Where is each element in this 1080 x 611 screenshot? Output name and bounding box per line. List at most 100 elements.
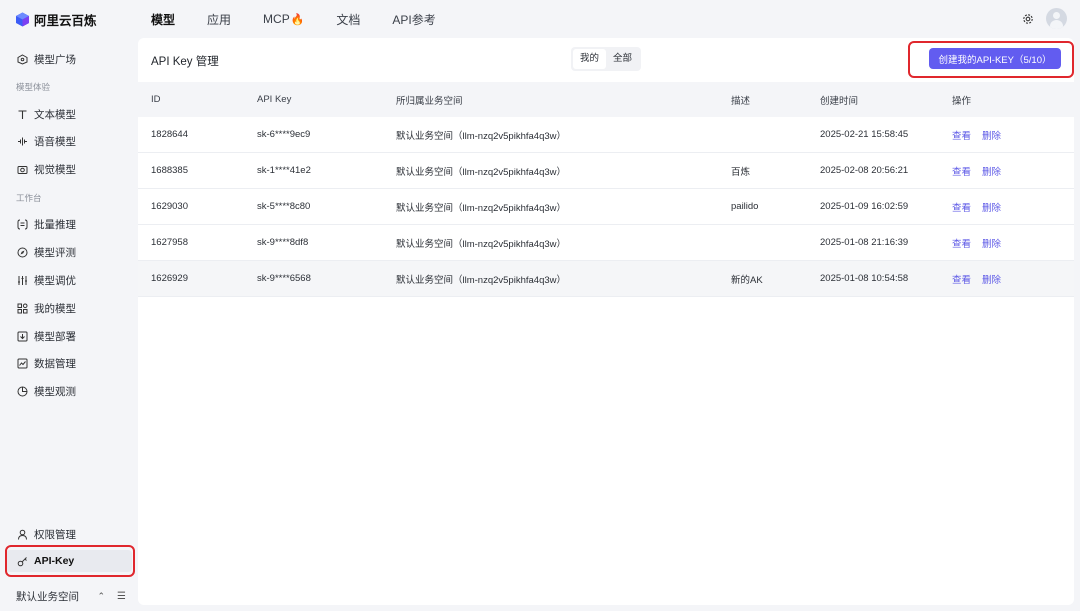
- cell-actions: 查看 删除: [939, 128, 1074, 142]
- menu-icon[interactable]: ☰: [117, 591, 126, 602]
- view-link[interactable]: 查看: [952, 200, 971, 214]
- page-title: API Key 管理: [151, 56, 219, 68]
- logo-mark-icon: [15, 12, 30, 27]
- table-row: 1629030 sk-5****8c80 默认业务空间（llm-nzq2v5pi…: [138, 189, 1074, 225]
- cell-actions: 查看 删除: [939, 164, 1074, 178]
- cell-api-key: sk-5****8c80: [257, 201, 311, 212]
- cell-actions: 查看 删除: [939, 200, 1074, 214]
- cell-api-key: sk-1****41e2: [257, 165, 311, 176]
- cell-id: 1626929: [151, 273, 188, 284]
- column-header-id: ID: [151, 94, 161, 105]
- nav-label: MCP: [263, 12, 290, 26]
- column-header-workspace: 所归属业务空间: [396, 95, 463, 107]
- cell-created-time: 2025-02-08 20:56:21: [820, 165, 909, 176]
- sidebar-item-label: API-Key: [34, 555, 75, 567]
- view-link[interactable]: 查看: [952, 272, 971, 286]
- main-panel: API Key 管理 我的 全部 创建我的API-KEY（5/10） ID AP…: [138, 38, 1074, 605]
- sidebar-item-text-model[interactable]: 文本模型: [6, 103, 132, 125]
- sidebar-item-label: 我的模型: [34, 302, 76, 315]
- filter-option-mine[interactable]: 我的: [573, 49, 607, 69]
- avatar[interactable]: [1046, 8, 1067, 29]
- app-logo[interactable]: 阿里云百炼: [15, 10, 135, 29]
- table-row: 1626929 sk-9****6568 默认业务空间（llm-nzq2v5pi…: [138, 261, 1074, 297]
- sidebar-item-model-evaluation[interactable]: 模型评测: [6, 241, 132, 263]
- view-link[interactable]: 查看: [952, 164, 971, 178]
- cell-workspace: 默认业务空间（llm-nzq2v5pikhfa4q3w）: [396, 238, 566, 250]
- sidebar-item-permissions[interactable]: 权限管理: [6, 523, 132, 545]
- create-api-key-button[interactable]: 创建我的API-KEY（5/10）: [929, 48, 1061, 69]
- nav-item-api-reference[interactable]: API参考: [392, 11, 435, 28]
- user-icon: [17, 529, 28, 540]
- nav-item-docs[interactable]: 文档: [336, 11, 360, 28]
- sidebar-item-voice-model[interactable]: 语音模型: [6, 130, 132, 152]
- top-right-actions: [1021, 8, 1067, 29]
- sidebar: 模型广场 模型体验 文本模型 语音模型 视觉模型 工作台 批量推理 模型评测 模…: [0, 38, 138, 611]
- delete-link[interactable]: 删除: [982, 236, 1001, 250]
- cell-id: 1828644: [151, 129, 188, 140]
- sidebar-item-label: 语音模型: [34, 135, 76, 148]
- cell-workspace: 默认业务空间（llm-nzq2v5pikhfa4q3w）: [396, 274, 566, 286]
- deploy-icon: [17, 331, 28, 342]
- sidebar-item-label: 模型广场: [34, 53, 76, 66]
- delete-link[interactable]: 删除: [982, 272, 1001, 286]
- delete-link[interactable]: 删除: [982, 128, 1001, 142]
- sidebar-item-vision-model[interactable]: 视觉模型: [6, 158, 132, 180]
- table-row: 1828644 sk-6****9ec9 默认业务空间（llm-nzq2v5pi…: [138, 117, 1074, 153]
- cell-api-key: sk-9****8df8: [257, 237, 309, 248]
- sidebar-item-batch-inference[interactable]: 批量推理: [6, 213, 132, 235]
- workspace-switcher[interactable]: 默认业务空间 ⌃ ☰: [16, 589, 126, 604]
- cloud-icon: [17, 53, 28, 65]
- flame-icon: 🔥: [290, 13, 305, 26]
- sidebar-item-my-models[interactable]: 我的模型: [6, 297, 132, 319]
- nav-item-mcp[interactable]: MCP 🔥: [263, 12, 304, 26]
- cell-api-key: sk-9****6568: [257, 273, 311, 284]
- sidebar-item-label: 文本模型: [34, 108, 76, 121]
- delete-link[interactable]: 删除: [982, 200, 1001, 214]
- api-key-table: ID API Key 所归属业务空间 描述 创建时间 操作 1828644 sk…: [138, 82, 1074, 297]
- nav-label: 应用: [207, 12, 232, 27]
- gear-icon[interactable]: [1021, 12, 1035, 26]
- view-link[interactable]: 查看: [952, 236, 971, 250]
- chevron-up-icon[interactable]: ⌃: [97, 591, 105, 602]
- sidebar-item-label: 模型调优: [34, 274, 76, 287]
- sidebar-item-model-square[interactable]: 模型广场: [6, 48, 132, 70]
- nav-item-app[interactable]: 应用: [207, 11, 231, 28]
- compass-icon: [17, 247, 28, 258]
- sidebar-item-label: 权限管理: [34, 528, 76, 541]
- cell-workspace: 默认业务空间（llm-nzq2v5pikhfa4q3w）: [396, 202, 566, 214]
- sidebar-item-model-deploy[interactable]: 模型部署: [6, 325, 132, 347]
- column-header-actions: 操作: [952, 95, 972, 107]
- ownership-filter: 我的 全部: [571, 47, 642, 71]
- camera-icon: [17, 164, 28, 175]
- nav-label: 模型: [151, 12, 176, 27]
- sidebar-item-label: 视觉模型: [34, 163, 76, 176]
- sidebar-item-model-observation[interactable]: 模型观测: [6, 380, 132, 402]
- section-label-experience: 模型体验: [16, 82, 51, 92]
- nav-item-model[interactable]: 模型: [151, 11, 175, 28]
- top-nav: 模型 应用 MCP 🔥 文档 API参考: [151, 11, 468, 28]
- sidebar-item-model-tuning[interactable]: 模型调优: [6, 269, 132, 291]
- pie-icon: [17, 386, 28, 397]
- delete-link[interactable]: 删除: [982, 164, 1001, 178]
- sidebar-item-data-management[interactable]: 数据管理: [6, 352, 132, 374]
- cell-description: 新的AK: [731, 274, 763, 286]
- workspace-label: 默认业务空间: [16, 591, 79, 603]
- column-header-api-key: API Key: [257, 94, 292, 105]
- sliders-icon: [17, 275, 28, 286]
- cell-api-key: sk-6****9ec9: [257, 129, 311, 140]
- top-bar: 阿里云百炼 模型 应用 MCP 🔥 文档 API参考: [0, 0, 1080, 38]
- sidebar-item-api-key[interactable]: API-Key: [6, 550, 132, 572]
- cell-actions: 查看 删除: [939, 236, 1074, 250]
- cell-workspace: 默认业务空间（llm-nzq2v5pikhfa4q3w）: [396, 166, 566, 178]
- filter-option-all[interactable]: 全部: [606, 49, 639, 69]
- cell-description: 百炼: [731, 166, 751, 178]
- cell-description: pailido: [731, 201, 759, 212]
- cell-created-time: 2025-01-08 10:54:58: [820, 273, 909, 284]
- section-label-workbench: 工作台: [16, 193, 42, 203]
- cell-workspace: 默认业务空间（llm-nzq2v5pikhfa4q3w）: [396, 130, 566, 142]
- sidebar-item-label: 模型评测: [34, 246, 76, 259]
- view-link[interactable]: 查看: [952, 128, 971, 142]
- nav-label: 文档: [336, 12, 361, 27]
- cell-id: 1629030: [151, 201, 188, 212]
- sidebar-item-label: 批量推理: [34, 218, 76, 231]
